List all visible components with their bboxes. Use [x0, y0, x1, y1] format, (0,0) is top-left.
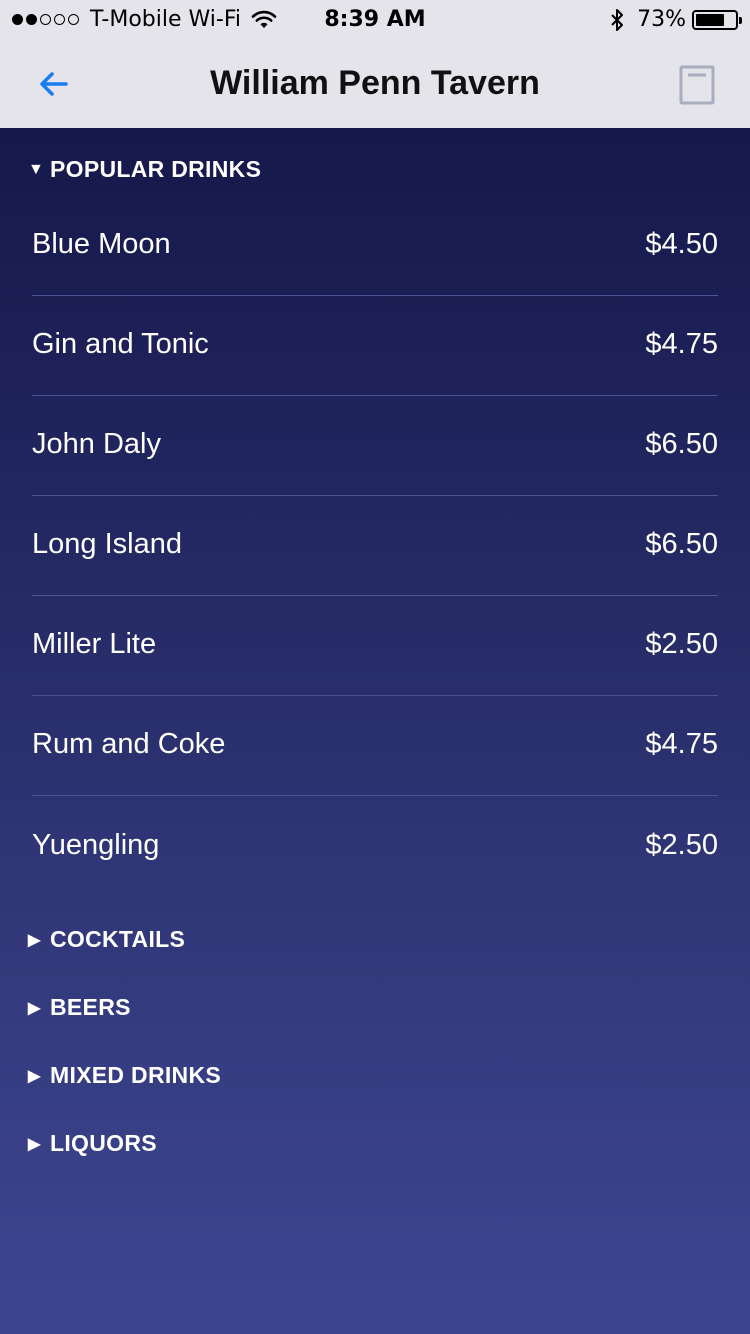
bluetooth-icon [611, 8, 624, 31]
navigation-bar: William Penn Tavern [0, 40, 750, 128]
drink-row[interactable]: John Daly $6.50 [32, 396, 718, 496]
drink-price: $4.50 [645, 228, 718, 260]
battery-percent: 73% [637, 7, 686, 32]
drink-row[interactable]: Long Island $6.50 [32, 496, 718, 596]
section-header-cocktails[interactable]: ▶ COCKTAILS [28, 926, 185, 953]
section-header-beers[interactable]: ▶ BEERS [28, 994, 131, 1021]
drink-name: Rum and Coke [32, 728, 226, 760]
drink-price: $4.75 [645, 728, 718, 760]
drink-row[interactable]: Blue Moon $4.50 [32, 196, 718, 296]
section-title: LIQUORS [50, 1130, 157, 1156]
caret-right-icon: ▶ [28, 999, 41, 1017]
section-header-liquors[interactable]: ▶ LIQUORS [28, 1130, 157, 1157]
popular-drinks-list: Blue Moon $4.50 Gin and Tonic $4.75 John… [32, 196, 718, 896]
battery-tip [739, 16, 742, 24]
section-title: BEERS [50, 994, 131, 1020]
drink-row[interactable]: Rum and Coke $4.75 [32, 696, 718, 796]
drink-name: John Daly [32, 428, 161, 460]
drink-name: Blue Moon [32, 228, 171, 260]
drink-price: $6.50 [645, 528, 718, 560]
status-right: 73% [609, 7, 742, 32]
page-title: William Penn Tavern [210, 64, 540, 102]
section-title: POPULAR DRINKS [50, 156, 262, 182]
drink-price: $2.50 [645, 628, 718, 660]
section-title: MIXED DRINKS [50, 1062, 222, 1088]
drink-row[interactable]: Miller Lite $2.50 [32, 596, 718, 696]
caret-right-icon: ▶ [28, 1067, 41, 1085]
battery-fill [696, 13, 724, 26]
drink-row[interactable]: Gin and Tonic $4.75 [32, 296, 718, 396]
menu-content: ▼ POPULAR DRINKS Blue Moon $4.50 Gin and… [0, 128, 750, 1334]
drink-row[interactable]: Yuengling $2.50 [32, 796, 718, 896]
tab-icon[interactable] [678, 64, 718, 106]
drink-price: $4.75 [645, 328, 718, 360]
drink-price: $6.50 [645, 428, 718, 460]
status-bar: T-Mobile Wi-Fi 8:39 AM 73% [0, 0, 750, 40]
drink-name: Long Island [32, 528, 182, 560]
battery-icon [692, 9, 742, 30]
drink-name: Miller Lite [32, 628, 157, 660]
section-title: COCKTAILS [50, 926, 186, 952]
drink-price: $2.50 [645, 828, 718, 861]
caret-down-icon: ▼ [28, 160, 45, 178]
caret-right-icon: ▶ [28, 1135, 41, 1153]
section-header-mixed-drinks[interactable]: ▶ MIXED DRINKS [28, 1062, 221, 1089]
caret-right-icon: ▶ [28, 931, 41, 949]
drink-name: Gin and Tonic [32, 328, 209, 360]
drink-name: Yuengling [32, 828, 160, 861]
section-header-popular-drinks[interactable]: ▼ POPULAR DRINKS [28, 156, 261, 183]
